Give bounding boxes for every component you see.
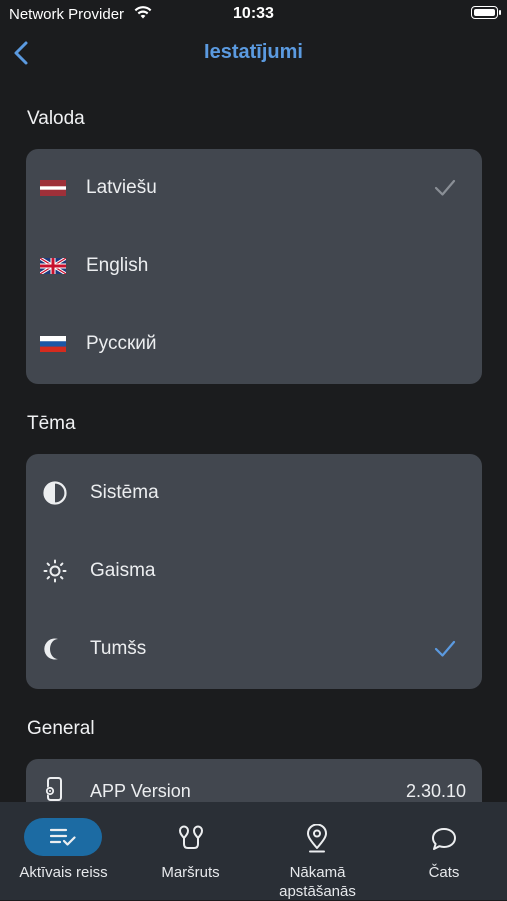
- russia-flag-icon: [40, 336, 66, 352]
- tab-chat[interactable]: Čats: [381, 802, 507, 900]
- theme-section-title: Tēma: [27, 413, 76, 434]
- latvia-flag-icon: [40, 180, 66, 196]
- app-version-row: APP Version 2.30.10: [26, 759, 482, 802]
- language-option-russian[interactable]: Русский: [26, 305, 482, 383]
- phone-gear-icon: [45, 777, 62, 801]
- checkmark-icon: [434, 640, 456, 657]
- app-version-value: 2.30.10: [405, 781, 466, 801]
- theme-option-label: Gaisma: [90, 560, 156, 581]
- tab-label: Nākamā apstāšanās: [279, 864, 356, 900]
- page-title: Iestatījumi: [204, 41, 303, 63]
- theme-card: Sistēma Gaisma Tumšs: [26, 454, 482, 689]
- language-section-title: Valoda: [27, 108, 85, 129]
- tab-route[interactable]: Maršruts: [127, 802, 254, 900]
- sun-icon: [43, 559, 67, 583]
- half-circle-icon: [43, 481, 67, 505]
- theme-option-dark[interactable]: Tumšs: [26, 610, 482, 688]
- location-pin-icon: [307, 824, 327, 853]
- status-bar: Network Provider 10:33: [0, 0, 507, 28]
- language-card: Latviešu English Русский: [26, 149, 482, 384]
- active-trip-icon: [50, 828, 76, 846]
- status-time: 10:33: [233, 5, 274, 22]
- theme-option-system[interactable]: Sistēma: [26, 454, 482, 532]
- battery-icon: [471, 6, 501, 19]
- checkmark-icon: [434, 179, 456, 196]
- tab-label: Čats: [428, 864, 460, 881]
- tab-next-stop[interactable]: Nākamā apstāšanās: [254, 802, 381, 900]
- language-option-label: Latviešu: [86, 177, 157, 198]
- general-section-title: General: [27, 718, 95, 739]
- theme-option-light[interactable]: Gaisma: [26, 532, 482, 610]
- theme-option-label: Sistēma: [90, 482, 159, 503]
- language-option-english[interactable]: English: [26, 227, 482, 305]
- general-card: APP Version 2.30.10: [26, 759, 482, 802]
- chat-icon: [432, 828, 456, 850]
- navigation-bar: Iestatījumi: [0, 30, 507, 76]
- tab-label: Aktīvais reiss: [19, 864, 108, 881]
- tab-bar: Aktīvais reiss Maršruts Nākamā apstāšanā…: [0, 802, 507, 900]
- tab-active-trip[interactable]: Aktīvais reiss: [0, 802, 127, 900]
- moon-icon: [44, 638, 58, 660]
- language-option-label: English: [86, 255, 149, 276]
- language-option-label: Русский: [86, 333, 157, 354]
- theme-option-label: Tumšs: [90, 638, 147, 659]
- app-version-label: APP Version: [90, 781, 191, 801]
- route-icon: [179, 825, 203, 849]
- language-option-latvian[interactable]: Latviešu: [26, 149, 482, 227]
- tab-label: Maršruts: [161, 864, 220, 881]
- uk-flag-icon: [40, 258, 66, 274]
